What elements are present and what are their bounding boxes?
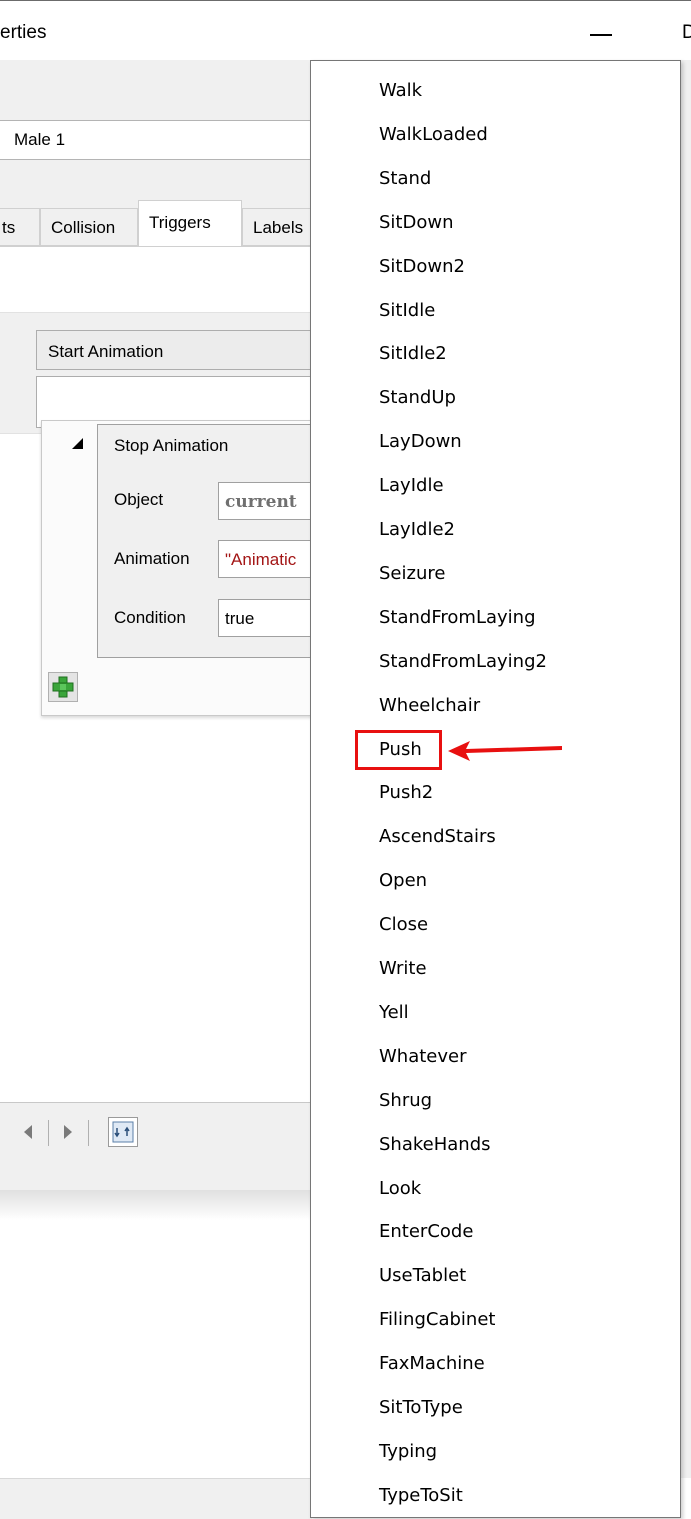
tab-effects[interactable]: ts [0,208,40,246]
dropdown-option-shakehands[interactable]: ShakeHands [379,1125,491,1165]
background-window-strip [681,60,691,1478]
dropdown-option-typetosit[interactable]: TypeToSit [379,1476,463,1516]
red-arrow-annotation [448,741,562,761]
object-label: Object [114,490,164,509]
refresh-icon [112,1121,134,1143]
animation-dropdown: Walk WalkLoaded Stand SitDown SitDown2 SitIdl… [310,60,681,1518]
dropdown-option-sitidle[interactable]: SitIdle [379,291,435,331]
highlight-box [355,730,442,770]
next-arrow-icon[interactable] [64,1125,72,1139]
window-title: erties [0,22,47,43]
nav-divider [48,1120,49,1146]
animation-input[interactable]: "Animatic [218,540,312,578]
trigger-type-select[interactable]: Start Animation [36,330,312,370]
dropdown-option-ascendstairs[interactable]: AscendStairs [379,817,496,857]
dropdown-option-yell[interactable]: Yell [379,993,409,1033]
condition-input[interactable]: true [218,599,312,637]
dropdown-option-walkloaded[interactable]: WalkLoaded [379,115,488,155]
dropdown-option-write[interactable]: Write [379,949,427,989]
dropdown-option-stand[interactable]: Stand [379,159,431,199]
dropdown-option-sitdown2[interactable]: SitDown2 [379,247,465,287]
dropdown-option-usetablet[interactable]: UseTablet [379,1256,466,1296]
maximize-button-fragment[interactable]: D [682,22,691,44]
condition-label: Condition [114,608,186,627]
dropdown-option-sitdown[interactable]: SitDown [379,203,454,243]
status-bar [0,1478,312,1519]
panel-shadow [0,1190,310,1220]
dropdown-option-standfromlaying[interactable]: StandFromLaying [379,598,536,638]
dropdown-option-layidle2[interactable]: LayIdle2 [379,510,455,550]
dropdown-option-close[interactable]: Close [379,905,428,945]
dropdown-option-wheelchair[interactable]: Wheelchair [379,686,480,726]
dropdown-option-standup[interactable]: StandUp [379,378,456,418]
dropdown-option-push2[interactable]: Push2 [379,773,433,813]
object-input[interactable]: current [218,482,312,520]
dropdown-option-filingcabinet[interactable]: FilingCabinet [379,1300,495,1340]
object-name-value: Male 1 [14,130,66,149]
dropdown-option-look[interactable]: Look [379,1169,421,1209]
dropdown-option-seizure[interactable]: Seizure [379,554,445,594]
action-title: Stop Animation [114,436,229,455]
dropdown-option-whatever[interactable]: Whatever [379,1037,467,1077]
navigation-bar [0,1103,312,1159]
dropdown-option-typing[interactable]: Typing [379,1432,437,1472]
dropdown-option-sittotype[interactable]: SitToType [379,1388,463,1428]
dropdown-option-laydown[interactable]: LayDown [379,422,462,462]
plus-icon [52,676,74,698]
title-bar [0,0,691,61]
dropdown-option-sitidle2[interactable]: SitIdle2 [379,334,447,374]
dropdown-option-faxmachine[interactable]: FaxMachine [379,1344,485,1384]
tab-triggers[interactable]: Triggers [138,200,242,246]
dropdown-option-shrug[interactable]: Shrug [379,1081,432,1121]
dropdown-option-open[interactable]: Open [379,861,427,901]
dropdown-option-standfromlaying2[interactable]: StandFromLaying2 [379,642,547,682]
dropdown-option-entercode[interactable]: EnterCode [379,1212,473,1252]
minimize-icon[interactable] [590,34,612,36]
previous-arrow-icon[interactable] [24,1125,32,1139]
dropdown-option-walk[interactable]: Walk [379,71,422,111]
nav-divider [88,1120,89,1146]
tab-collision[interactable]: Collision [40,208,138,246]
dropdown-option-layidle[interactable]: LayIdle [379,466,444,506]
animation-label: Animation [114,549,190,568]
collapse-triangle-icon[interactable] [72,438,83,449]
tab-labels[interactable]: Labels [242,208,312,246]
